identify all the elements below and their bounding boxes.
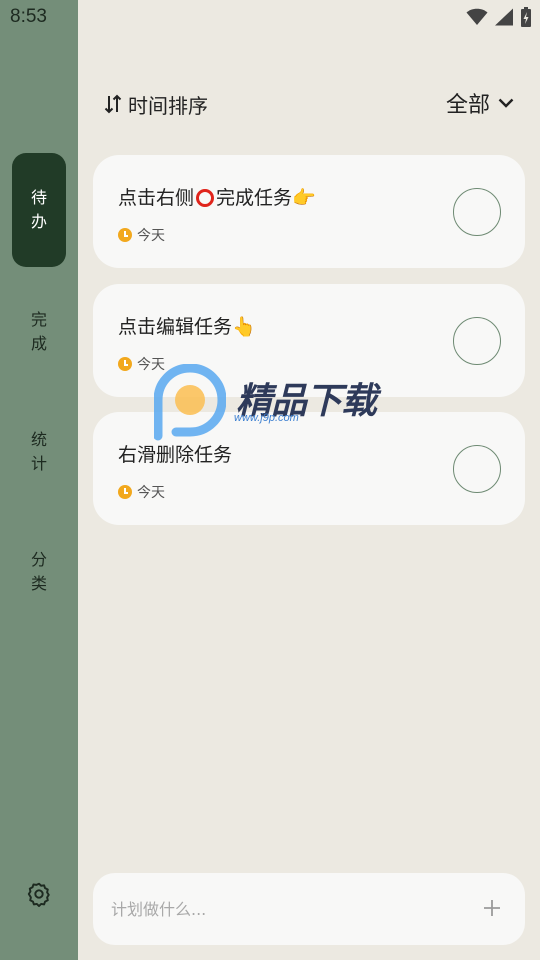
sidebar-item-stats[interactable]: 统 计 (12, 412, 66, 492)
sidebar-item-label: 计 (30, 454, 47, 473)
complete-checkbox[interactable] (453, 188, 501, 236)
complete-checkbox[interactable] (453, 317, 501, 365)
clock-icon (118, 485, 132, 499)
sort-label: 时间排序 (128, 93, 208, 118)
battery-charging-icon (521, 7, 531, 27)
gear-icon[interactable] (26, 881, 52, 907)
sidebar-item-label: 统 (30, 430, 47, 449)
task-title: 点击右侧 完成任务👉 (118, 187, 316, 209)
complete-checkbox[interactable] (453, 445, 501, 493)
sidebar-item-category[interactable]: 分 类 (12, 532, 66, 612)
sidebar-item-label: 完 (30, 310, 47, 329)
task-card[interactable]: 点击右侧 完成任务👉 今天 (93, 155, 525, 268)
signal-icon (495, 8, 513, 26)
sidebar-item-todo[interactable]: 待 办 (12, 153, 66, 267)
task-due-label: 今天 (137, 485, 165, 501)
sidebar-item-label: 待 (30, 188, 47, 207)
status-icons (466, 6, 532, 28)
filter-label: 全部 (445, 93, 490, 118)
task-due-label: 今天 (137, 228, 165, 244)
circle-emoji-icon (196, 189, 215, 207)
clock-icon (118, 357, 132, 371)
sidebar-item-label: 分 (30, 550, 47, 569)
task-due: 今天 (118, 482, 165, 502)
sidebar-item-done[interactable]: 完 成 (12, 292, 66, 372)
sidebar-item-label: 办 (30, 212, 47, 231)
task-due: 今天 (118, 225, 165, 245)
task-title: 右滑删除任务 (118, 444, 233, 466)
task-title: 点击编辑任务👆 (118, 316, 256, 338)
watermark-url: www.j9p.com (234, 412, 299, 424)
watermark-logo: 精品下载 www.j9p.com (153, 363, 380, 442)
sort-button[interactable]: 时间排序 (104, 90, 208, 118)
watermark-p-icon (153, 363, 227, 441)
wifi-icon (466, 8, 488, 26)
sort-icon (104, 94, 122, 114)
sidebar-item-label: 成 (30, 334, 47, 353)
new-task-bar (93, 873, 525, 945)
clock-icon (118, 228, 132, 242)
filter-dropdown[interactable]: 全部 (446, 87, 514, 119)
status-time: 8:53 (10, 6, 47, 27)
new-task-input[interactable] (111, 895, 451, 923)
sidebar-item-label: 类 (30, 574, 47, 593)
sidebar: 8:53 待 办 完 成 统 计 分 类 (0, 0, 78, 960)
chevron-down-icon (498, 98, 514, 108)
add-icon[interactable] (481, 897, 503, 919)
